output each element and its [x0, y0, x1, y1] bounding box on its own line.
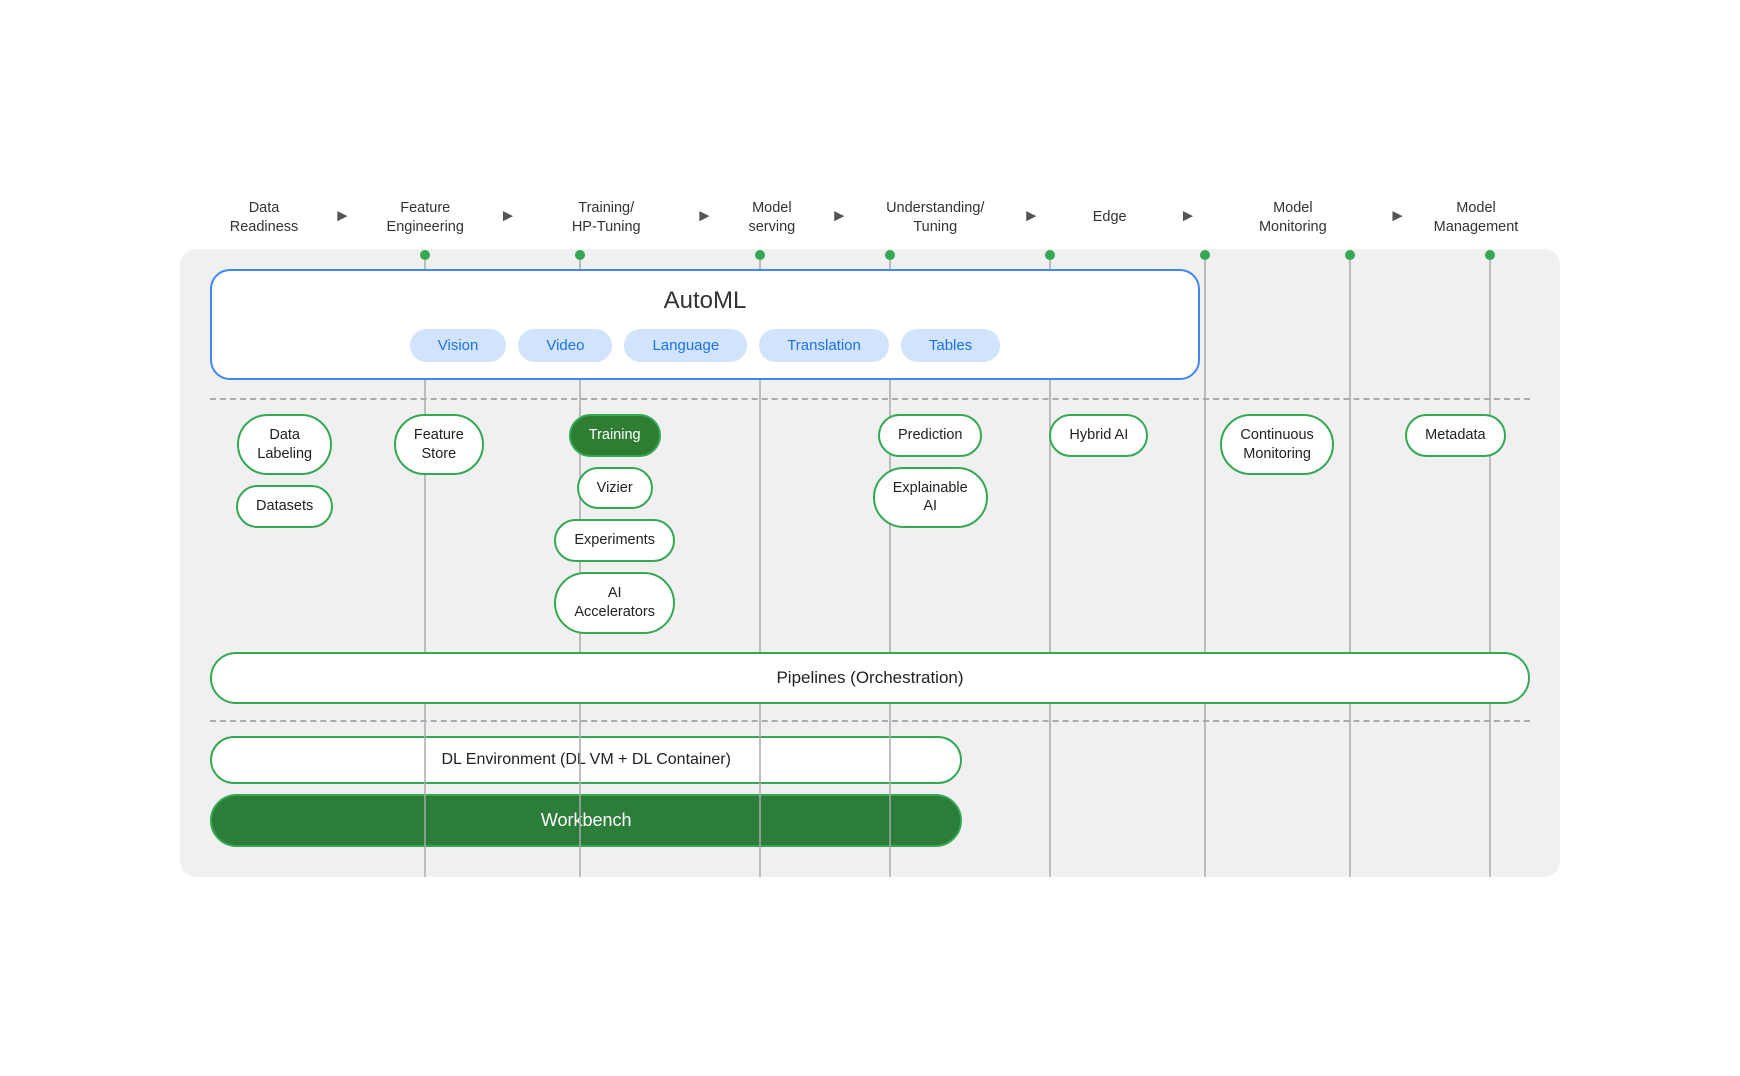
arrow-2: ►: [500, 206, 517, 226]
chip-explainable-ai[interactable]: Explainable AI: [873, 467, 988, 529]
workbench-bar[interactable]: Workbench: [210, 794, 962, 847]
chip-experiments[interactable]: Experiments: [554, 519, 675, 562]
dashed-separator-2: [210, 720, 1530, 722]
automl-pills-row: Vision Video Language Translation Tables: [236, 329, 1174, 362]
dl-env-bar[interactable]: DL Environment (DL VM + DL Container): [210, 736, 962, 784]
automl-pill-video[interactable]: Video: [518, 329, 612, 362]
step-data-readiness: Data Readiness: [196, 199, 332, 237]
chip-prediction[interactable]: Prediction: [878, 414, 982, 457]
automl-pill-tables[interactable]: Tables: [901, 329, 1000, 362]
arrow-3: ►: [696, 206, 713, 226]
step-model-management: Model Management: [1408, 199, 1544, 237]
automl-pill-vision[interactable]: Vision: [410, 329, 507, 362]
arrow-6: ►: [1180, 206, 1197, 226]
arrow-1: ►: [334, 206, 351, 226]
step-understanding: Understanding/ Tuning: [850, 199, 1021, 237]
dl-section: DL Environment (DL VM + DL Container) Wo…: [210, 736, 1530, 847]
automl-pill-language[interactable]: Language: [624, 329, 747, 362]
dashed-separator-1: [210, 398, 1530, 400]
automl-title: AutoML: [236, 287, 1174, 315]
main-diagram: AutoML Vision Video Language Translation…: [180, 249, 1560, 877]
col-training: Training Vizier Experiments AI Accelerat…: [518, 414, 711, 634]
col-hybrid-ai: Hybrid AI: [1024, 414, 1173, 457]
chip-data-labeling[interactable]: Data Labeling: [237, 414, 332, 476]
col-continuous-monitoring: Continuous Monitoring: [1174, 414, 1381, 476]
pipeline-header: Data Readiness ► Feature Engineering ► T…: [180, 199, 1560, 249]
chip-metadata[interactable]: Metadata: [1405, 414, 1505, 457]
chip-hybrid-ai[interactable]: Hybrid AI: [1049, 414, 1148, 457]
components-area: Data Labeling Datasets Feature Store Tra…: [210, 414, 1530, 704]
step-feature-engineering: Feature Engineering: [353, 199, 498, 237]
automl-box: AutoML Vision Video Language Translation…: [210, 269, 1200, 380]
arrow-7: ►: [1389, 206, 1406, 226]
diagram-container: Data Readiness ► Feature Engineering ► T…: [180, 199, 1560, 877]
col-feature-store: Feature Store: [359, 414, 518, 476]
col-metadata: Metadata: [1381, 414, 1530, 457]
step-model-monitoring: Model Monitoring: [1198, 199, 1387, 237]
chip-feature-store[interactable]: Feature Store: [394, 414, 484, 476]
automl-pill-translation[interactable]: Translation: [759, 329, 889, 362]
chip-continuous-monitoring[interactable]: Continuous Monitoring: [1220, 414, 1333, 476]
arrow-4: ►: [831, 206, 848, 226]
arrow-5: ►: [1023, 206, 1040, 226]
step-model-serving: Model serving: [715, 199, 829, 237]
chip-vizier[interactable]: Vizier: [577, 467, 653, 510]
col-data-labeling: Data Labeling Datasets: [210, 414, 359, 529]
step-training: Training/ HP-Tuning: [518, 199, 694, 237]
components-row-1: Data Labeling Datasets Feature Store Tra…: [210, 414, 1530, 634]
step-edge: Edge: [1042, 208, 1178, 227]
col-prediction: Prediction Explainable AI: [836, 414, 1024, 529]
chip-training[interactable]: Training: [569, 414, 661, 457]
chip-datasets[interactable]: Datasets: [236, 485, 333, 528]
chip-ai-accelerators[interactable]: AI Accelerators: [554, 572, 675, 634]
pipelines-bar[interactable]: Pipelines (Orchestration): [210, 652, 1530, 704]
